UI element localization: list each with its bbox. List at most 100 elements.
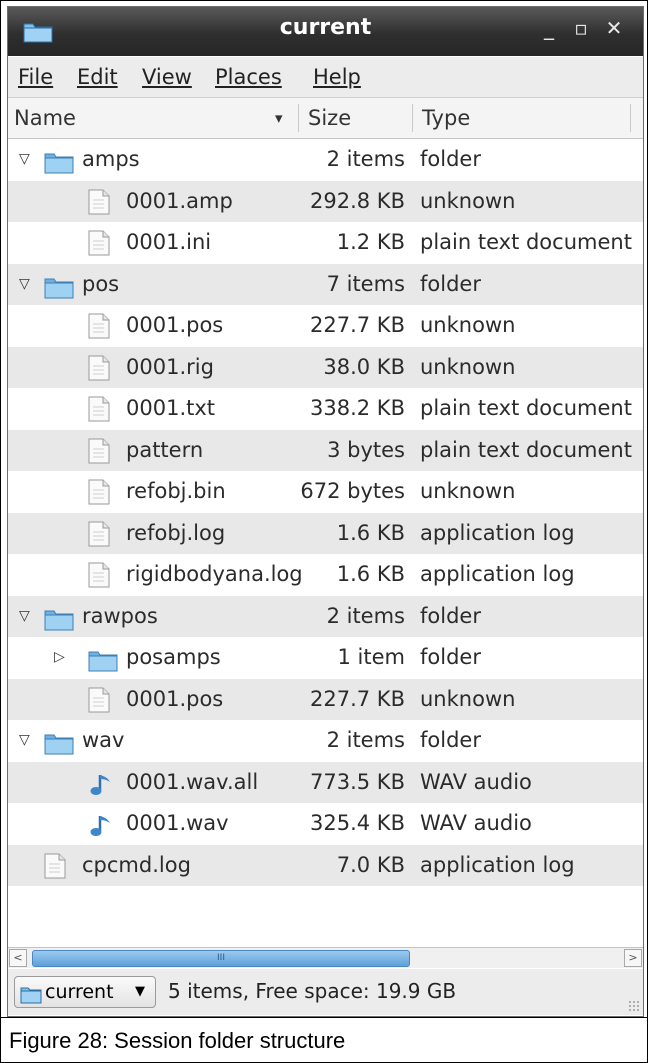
item-name: pos	[82, 271, 120, 296]
expander-open-icon[interactable]: ▽	[19, 264, 30, 306]
list-item[interactable]: 0001.txt 338.2 KB plain text document	[8, 388, 643, 430]
item-name: 0001.txt	[126, 396, 216, 420]
item-size: 1.6 KB	[336, 562, 405, 586]
item-name: 0001.rig	[126, 354, 214, 379]
expander-closed-icon[interactable]: ▷	[54, 637, 65, 679]
item-size: 227.7 KB	[310, 313, 405, 337]
list-item[interactable]: 0001.amp 292.8 KB unknown	[8, 180, 643, 222]
list-item[interactable]: refobj.log 1.6 KB application log	[8, 512, 643, 554]
item-name: refobj.bin	[126, 479, 226, 503]
column-divider[interactable]	[298, 104, 299, 132]
list-item[interactable]: ▷ posamps 1 item folder	[8, 637, 643, 679]
item-name: 0001.wav	[126, 811, 229, 835]
list-item[interactable]: 0001.ini 1.2 KB plain text document	[8, 222, 643, 264]
item-type: unknown	[420, 188, 516, 213]
item-name: rawpos	[82, 603, 158, 628]
maximize-icon[interactable]: ▫	[568, 16, 594, 40]
item-name: rigidbodyana.log	[126, 562, 303, 586]
item-type: application log	[420, 852, 575, 877]
item-size: 7 items	[326, 271, 405, 296]
list-item[interactable]: 0001.pos 227.7 KB unknown	[8, 305, 643, 347]
item-name: 0001.pos	[126, 313, 224, 337]
list-item[interactable]: ▽ wav 2 items folder	[8, 720, 643, 762]
item-size: 1 item	[337, 645, 405, 669]
list-item[interactable]: refobj.bin 672 bytes unknown	[8, 471, 643, 513]
item-name: 0001.amp	[126, 188, 233, 213]
item-type: folder	[420, 147, 481, 171]
menu-view[interactable]: View	[142, 65, 192, 89]
item-type: folder	[420, 271, 481, 296]
column-name-header[interactable]: Name	[14, 98, 76, 138]
item-size: 773.5 KB	[310, 769, 405, 794]
menu-places[interactable]: Places	[215, 65, 282, 89]
list-item[interactable]: cpcmd.log 7.0 KB application log	[8, 844, 643, 886]
item-name: pattern	[126, 437, 204, 462]
menu-bar: File Edit View Places Help	[8, 57, 643, 98]
column-divider[interactable]	[630, 104, 631, 132]
expander-open-icon[interactable]: ▽	[19, 596, 30, 638]
status-text: 5 items, Free space: 19.9 GB	[168, 979, 457, 1003]
menu-help[interactable]: Help	[313, 65, 361, 89]
location-button[interactable]: current ▼	[14, 976, 156, 1008]
item-name: wav	[82, 728, 125, 752]
item-size: 338.2 KB	[310, 396, 405, 420]
list-item[interactable]: pattern 3 bytes plain text document	[8, 429, 643, 471]
item-type: WAV audio	[420, 811, 532, 835]
item-name: refobj.log	[126, 520, 226, 545]
item-name: cpcmd.log	[82, 852, 191, 877]
item-size: 227.7 KB	[310, 686, 405, 711]
menu-file[interactable]: File	[18, 65, 53, 89]
item-size: 1.6 KB	[336, 520, 405, 545]
item-name: amps	[82, 147, 140, 171]
scroll-left-icon[interactable]: <	[9, 949, 27, 967]
list-item[interactable]: rigidbodyana.log 1.6 KB application log	[8, 554, 643, 596]
list-item[interactable]: ▽ amps 2 items folder	[8, 139, 643, 181]
menu-help-label: Help	[313, 65, 361, 89]
item-size: 3 bytes	[327, 437, 405, 462]
file-list: ▽ amps 2 items folder 0001.amp 292.8 KB unknow…	[8, 139, 643, 886]
expander-open-icon[interactable]: ▽	[19, 139, 30, 181]
item-type: folder	[420, 603, 481, 628]
item-type: WAV audio	[420, 769, 532, 794]
item-name: 0001.ini	[126, 230, 212, 254]
column-type-header[interactable]: Type	[422, 98, 470, 138]
item-size: 2 items	[326, 603, 405, 628]
expander-open-icon[interactable]: ▽	[19, 720, 30, 762]
item-type: unknown	[420, 686, 516, 711]
item-type: plain text document	[420, 396, 632, 420]
minimize-icon[interactable]: _	[536, 16, 562, 40]
item-size: 292.8 KB	[310, 188, 405, 213]
item-size: 2 items	[326, 728, 405, 752]
sort-chevron-down-icon[interactable]: ▾	[275, 98, 283, 138]
column-header: Name ▾ Size Type	[8, 98, 643, 139]
item-type: unknown	[420, 313, 516, 337]
item-size: 7.0 KB	[336, 852, 405, 877]
column-divider[interactable]	[412, 104, 413, 132]
item-type: folder	[420, 645, 481, 669]
file-manager-window: current _ ▫ ✕ File Edit View Places Help…	[7, 6, 644, 1017]
item-type: plain text document	[420, 230, 632, 254]
resize-grip-icon[interactable]	[628, 1000, 640, 1012]
location-label: current	[45, 981, 114, 1003]
item-type: folder	[420, 728, 481, 752]
list-item[interactable]: 0001.wav 325.4 KB WAV audio	[8, 803, 643, 845]
scrollbar-thumb[interactable]: III	[32, 950, 410, 967]
item-size: 2 items	[326, 147, 405, 171]
item-size: 672 bytes	[300, 479, 405, 503]
list-item[interactable]: 0001.rig 38.0 KB unknown	[8, 346, 643, 388]
chevron-down-icon: ▼	[135, 984, 145, 999]
item-name: 0001.pos	[126, 686, 224, 711]
title-bar[interactable]: current _ ▫ ✕	[8, 7, 643, 56]
scroll-right-icon[interactable]: >	[624, 949, 642, 967]
status-bar: current ▼ 5 items, Free space: 19.9 GB	[8, 969, 643, 1015]
close-icon[interactable]: ✕	[601, 16, 627, 40]
list-item[interactable]: 0001.wav.all 773.5 KB WAV audio	[8, 761, 643, 803]
item-type: plain text document	[420, 437, 632, 462]
list-item[interactable]: ▽ rawpos 2 items folder	[8, 595, 643, 638]
list-item[interactable]: 0001.pos 227.7 KB unknown	[8, 678, 643, 720]
list-item[interactable]: ▽ pos 7 items folder	[8, 263, 643, 306]
horizontal-scrollbar[interactable]: < III >	[8, 947, 643, 968]
item-type: application log	[420, 562, 575, 586]
column-size-header[interactable]: Size	[308, 98, 351, 138]
menu-edit[interactable]: Edit	[77, 65, 118, 89]
